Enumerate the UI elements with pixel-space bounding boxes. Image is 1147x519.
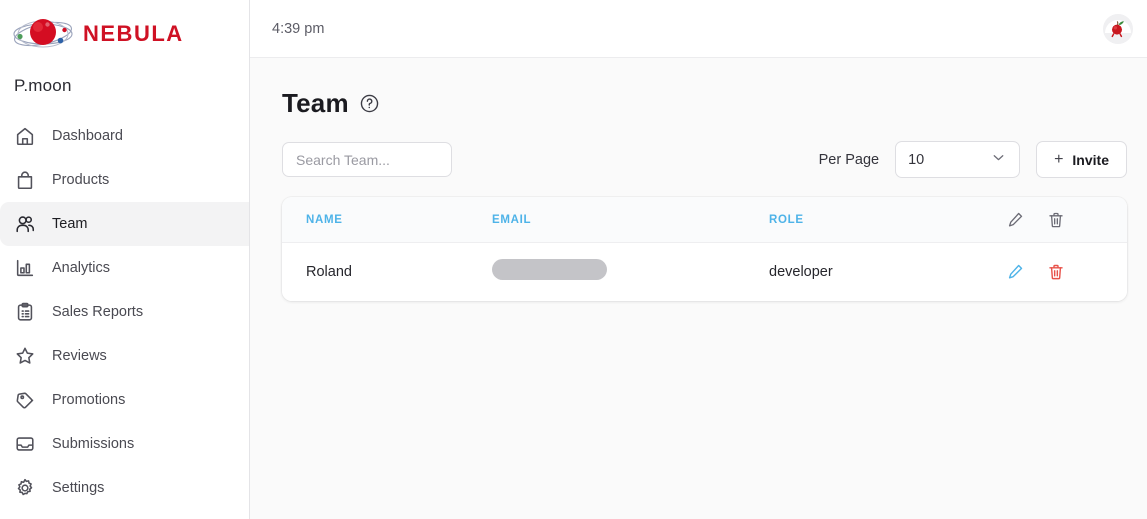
page-header: Team bbox=[282, 88, 1137, 119]
page-title: Team bbox=[282, 88, 349, 118]
app-root: NEBULA P.moon Dashboard Products Team An… bbox=[0, 0, 1147, 519]
star-icon bbox=[14, 345, 36, 367]
sidebar-item-reviews[interactable]: Reviews bbox=[0, 334, 249, 378]
table-controls: Per Page 10 + Invite bbox=[282, 141, 1137, 178]
sidebar: NEBULA P.moon Dashboard Products Team An… bbox=[0, 0, 250, 519]
home-icon bbox=[14, 125, 36, 147]
sidebar-item-dashboard[interactable]: Dashboard bbox=[0, 114, 249, 158]
invite-button[interactable]: + Invite bbox=[1036, 141, 1127, 178]
plus-icon: + bbox=[1054, 150, 1064, 168]
cell-role: developer bbox=[769, 264, 833, 280]
chevron-down-icon bbox=[990, 149, 1007, 171]
sidebar-item-sales-reports[interactable]: Sales Reports bbox=[0, 290, 249, 334]
sidebar-nav: Dashboard Products Team Analytics Sales … bbox=[0, 114, 249, 510]
sidebar-item-label: Analytics bbox=[52, 259, 111, 276]
clipboard-icon bbox=[14, 301, 36, 323]
delete-row-trash-icon[interactable] bbox=[1046, 262, 1066, 282]
per-page-value: 10 bbox=[908, 151, 925, 168]
trash-icon[interactable] bbox=[1046, 210, 1066, 230]
gear-icon bbox=[14, 477, 36, 499]
per-page-select[interactable]: 10 bbox=[895, 141, 1021, 178]
redacted-email bbox=[492, 259, 607, 280]
tag-icon bbox=[14, 389, 36, 411]
search-input[interactable] bbox=[282, 142, 452, 177]
per-page-label: Per Page bbox=[818, 151, 880, 168]
row-actions bbox=[997, 262, 1127, 282]
column-header-email[interactable]: EMAIL bbox=[492, 214, 769, 226]
column-header-name[interactable]: NAME bbox=[282, 214, 492, 226]
table-header-row: NAME EMAIL ROLE bbox=[282, 197, 1127, 243]
column-header-actions bbox=[997, 210, 1127, 230]
workspace-name[interactable]: P.moon bbox=[0, 56, 249, 96]
main-area: 4:39 pm Team Search Team... Per Page 10 … bbox=[250, 0, 1147, 519]
topbar: 4:39 pm bbox=[250, 0, 1147, 58]
page-content: Team Per Page 10 bbox=[250, 58, 1147, 519]
sidebar-item-submissions[interactable]: Submissions bbox=[0, 422, 249, 466]
sidebar-item-team[interactable]: Team bbox=[0, 202, 249, 246]
sidebar-item-label: Submissions bbox=[52, 435, 135, 452]
brand[interactable]: NEBULA bbox=[0, 0, 249, 56]
users-icon bbox=[14, 213, 36, 235]
sidebar-item-products[interactable]: Products bbox=[0, 158, 249, 202]
avatar[interactable] bbox=[1103, 13, 1133, 44]
sidebar-item-label: Reviews bbox=[52, 347, 107, 364]
inbox-icon bbox=[14, 433, 36, 455]
table-row[interactable]: Roland developer bbox=[282, 243, 1127, 301]
sidebar-item-settings[interactable]: Settings bbox=[0, 466, 249, 510]
column-header-role[interactable]: ROLE bbox=[769, 214, 997, 226]
sidebar-item-promotions[interactable]: Promotions bbox=[0, 378, 249, 422]
sidebar-item-label: Promotions bbox=[52, 391, 126, 408]
edit-row-pencil-icon[interactable] bbox=[1005, 262, 1025, 282]
brand-name: NEBULA bbox=[83, 21, 184, 46]
team-table: NAME EMAIL ROLE Roland developer bbox=[282, 197, 1127, 301]
bag-icon bbox=[14, 169, 36, 191]
cell-name: Roland bbox=[306, 264, 352, 280]
sidebar-item-label: Dashboard bbox=[52, 127, 123, 144]
nebula-planet-logo-icon bbox=[12, 14, 74, 54]
invite-button-label: Invite bbox=[1072, 151, 1109, 168]
sidebar-item-analytics[interactable]: Analytics bbox=[0, 246, 249, 290]
sidebar-item-label: Sales Reports bbox=[52, 303, 144, 320]
cell-email bbox=[492, 259, 769, 285]
clock: 4:39 pm bbox=[272, 20, 325, 37]
controls-right: Per Page 10 + Invite bbox=[819, 141, 1127, 178]
bar-chart-icon bbox=[14, 257, 36, 279]
sidebar-item-label: Products bbox=[52, 171, 110, 188]
sidebar-item-label: Settings bbox=[52, 479, 105, 496]
pencil-icon[interactable] bbox=[1005, 210, 1025, 230]
sidebar-item-label: Team bbox=[52, 215, 88, 232]
user-avatar-cherry-icon bbox=[1103, 13, 1133, 44]
question-circle-icon[interactable] bbox=[359, 93, 380, 114]
